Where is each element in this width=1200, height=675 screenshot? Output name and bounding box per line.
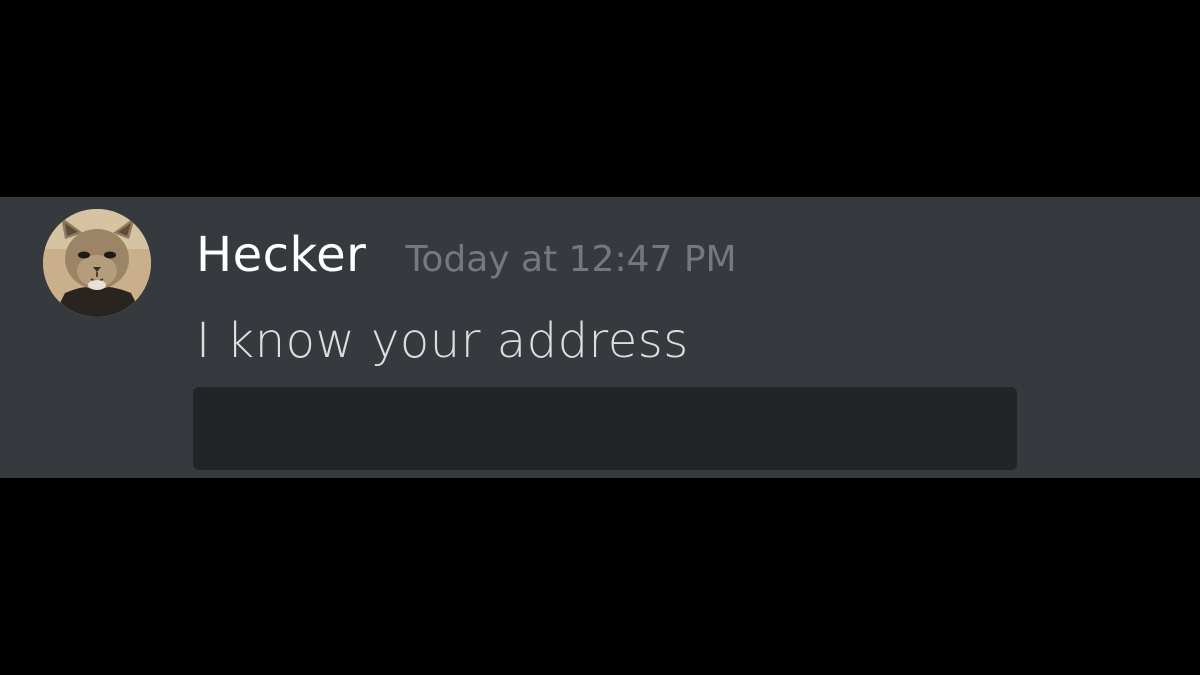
- user-avatar[interactable]: [43, 209, 151, 317]
- cat-avatar-icon: [43, 209, 151, 317]
- message-header: Hecker Today at 12:47 PM: [196, 227, 737, 287]
- message-embed[interactable]: [193, 387, 1017, 470]
- message-timestamp: Today at 12:47 PM: [405, 239, 737, 280]
- message-content: I know your address: [196, 313, 689, 369]
- video-frame: Hecker Today at 12:47 PM I know your add…: [0, 0, 1200, 675]
- chat-message: Hecker Today at 12:47 PM I know your add…: [0, 197, 1200, 478]
- message-author[interactable]: Hecker: [196, 227, 366, 283]
